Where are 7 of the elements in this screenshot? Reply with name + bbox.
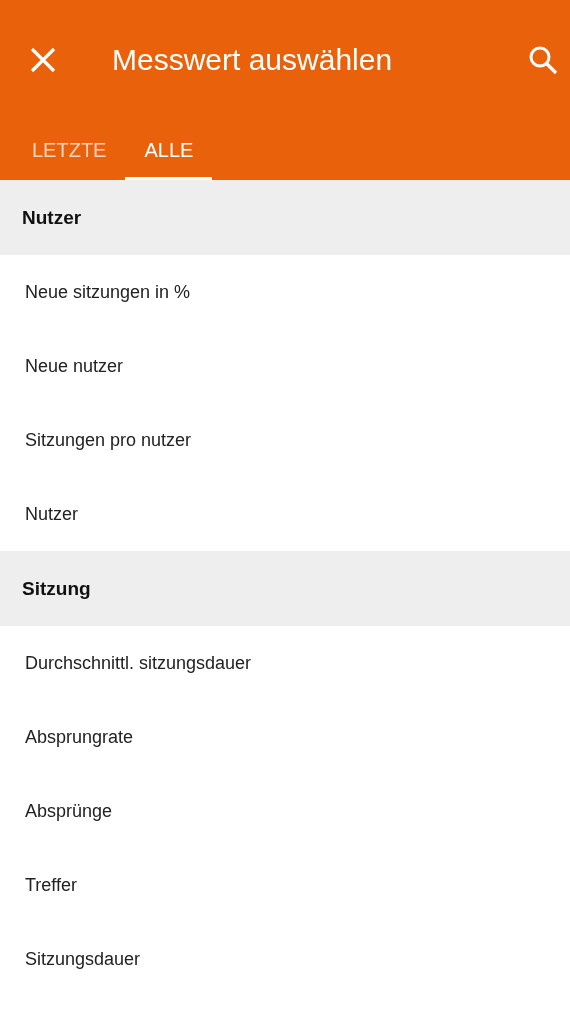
app-bar-title: Messwert auswählen — [112, 43, 394, 77]
section-header: Nutzer — [0, 180, 570, 255]
close-icon — [30, 47, 56, 73]
section-header: Sitzung — [0, 551, 570, 626]
search-icon — [528, 45, 558, 75]
close-button[interactable] — [30, 47, 56, 73]
search-button[interactable] — [528, 45, 558, 75]
